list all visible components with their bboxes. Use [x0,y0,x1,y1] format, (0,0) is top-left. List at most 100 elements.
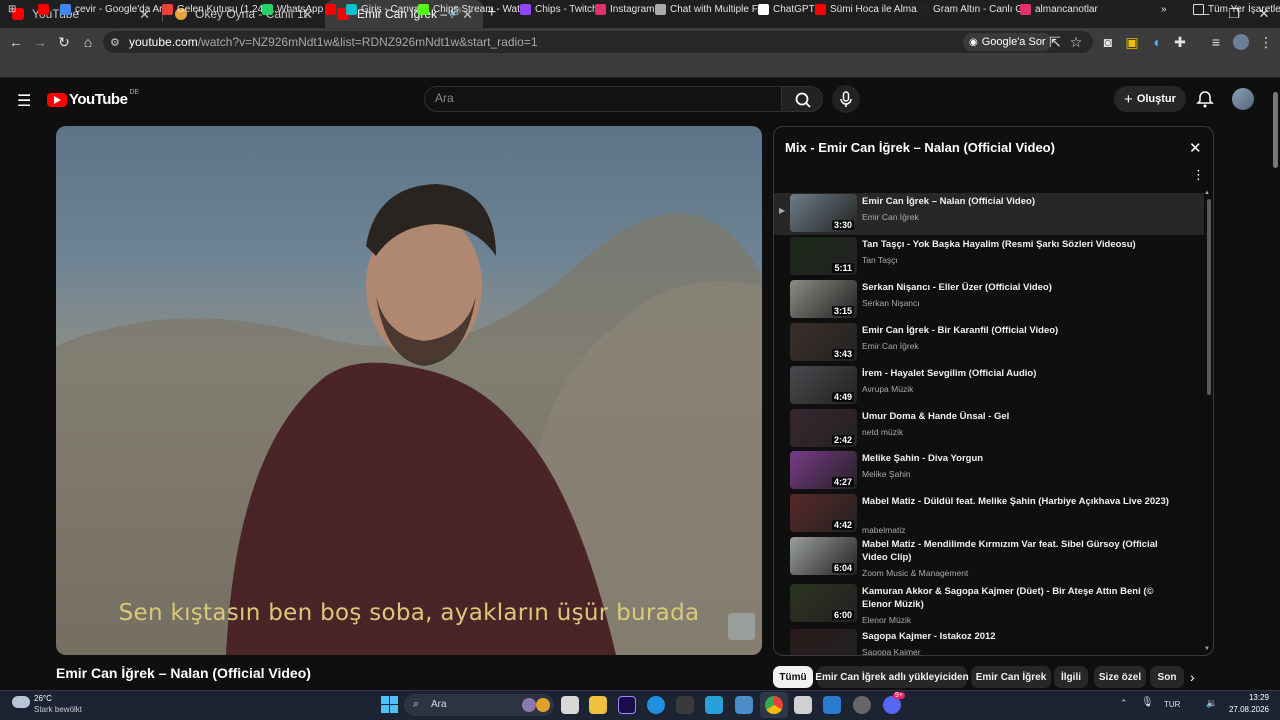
playlist-scrollbar[interactable] [1207,199,1211,395]
reading-list-icon[interactable]: ≡ [1208,34,1224,50]
video-thumbnail[interactable]: 4:42 [790,494,857,532]
bookmark-item[interactable]: Chips - Twitch [520,4,598,15]
channel-watermark[interactable] [728,613,755,640]
windows-start-icon[interactable] [381,696,399,719]
create-button[interactable]: + Oluştur [1114,86,1186,112]
playlist-item[interactable]: 4:49 İrem - Hayalet Sevgilim (Official Au… [774,365,1204,407]
video-thumbnail[interactable]: 4:49 [790,366,857,404]
filter-chip[interactable]: Emir Can İğrek adlı yükleyiciden [815,666,969,688]
install-app-icon[interactable]: ⇱ [1047,34,1063,50]
close-playlist-icon[interactable]: ✕ [1189,139,1202,157]
more-bookmarks-icon[interactable]: » [1161,4,1167,15]
forward-arrow-icon[interactable]: → [32,34,48,50]
back-arrow-icon[interactable]: ← [8,34,24,50]
search-button[interactable] [781,86,823,112]
volume-icon[interactable]: 🔉 [1206,698,1217,709]
filter-chip[interactable]: Emir Can İğrek [971,666,1051,688]
calculator-app-icon[interactable] [705,696,723,714]
file-explorer-icon[interactable] [589,696,607,714]
vscode-icon[interactable] [823,696,841,714]
playlist-item[interactable]: ▶ 3:30 Emir Can İğrek – Nalan (Official Vi… [774,193,1204,235]
notepad-icon[interactable] [794,696,812,714]
video-thumbnail[interactable]: 3:30 [790,194,857,232]
playlist-more-options-icon[interactable]: ⋮ [1192,167,1205,183]
camera-extension-icon[interactable]: ◙ [1100,34,1116,50]
chrome-browser-icon[interactable] [765,696,783,714]
input-language[interactable]: TUR [1164,700,1180,709]
video-thumbnail[interactable]: 2:42 [790,409,857,447]
site-info-icon[interactable]: ⚙ [110,36,120,49]
user-avatar[interactable] [1232,88,1254,110]
premiere-pro-icon[interactable] [618,696,636,714]
video-thumbnail[interactable]: 4:27 [790,451,857,489]
search-input[interactable] [435,91,765,105]
playlist-item[interactable]: 5:11 Tan Taşçı - Yok Başka Hayalim (Resmi… [774,236,1204,278]
playlist-item[interactable]: 6:04 Mabel Matiz - Mendilimde Kırmızım Va… [774,536,1204,582]
home-icon[interactable]: ⌂ [80,34,96,50]
edge-browser-icon[interactable] [647,696,665,714]
playlist-item[interactable]: 4:27 Melike Şahin - Diva Yorgun Melike Şah… [774,450,1204,492]
hamburger-menu-icon[interactable]: ☰ [17,91,31,111]
page-scrollbar[interactable] [1271,80,1280,690]
chips-next-arrow-icon[interactable]: › [1190,669,1195,685]
settings-gear-icon[interactable] [853,696,871,714]
photos-app-icon[interactable] [735,696,753,714]
video-thumbnail[interactable]: 3:43 [790,323,857,361]
filter-chip[interactable]: Tümü [773,666,813,688]
page-scrollbar-thumb[interactable] [1273,92,1278,168]
google-sor-button[interactable]: ◉ Google'a Sor [963,33,1052,51]
playlist-item[interactable]: 6:00 Kamuran Akkor & Sagopa Kajmer (Düet)… [774,583,1204,629]
extensions-puzzle-icon[interactable]: ✚ [1172,34,1188,50]
profile-avatar[interactable] [1233,34,1249,50]
bookmark-item[interactable]: Gelen Kutusu (1.244... [162,4,277,15]
notifications-bell-icon[interactable] [1196,90,1214,113]
filter-chip[interactable]: Size özel [1094,666,1146,688]
bookmark-item[interactable]: Chat with Multiple F... [655,4,765,15]
scroll-down-icon[interactable]: ▼ [1204,646,1210,652]
playlist-item[interactable]: 3:43 Emir Can İğrek - Bir Karanfil (Offic… [774,322,1204,364]
bookmark-item[interactable]: Instagram [595,4,654,15]
playlist-item[interactable]: 3:15 Serkan Nişancı - Eller Üzer (Officia… [774,279,1204,321]
bookmark-item[interactable]: çevir - Google'da Ara [60,4,168,15]
video-thumbnail[interactable]: 5:24 [790,629,857,655]
clock-time[interactable]: 13:29 [1225,693,1269,702]
cloud-weather-icon[interactable] [12,696,30,708]
filter-chip[interactable]: Son [1150,666,1184,688]
store-icon[interactable] [676,696,694,714]
playlist-item[interactable]: 4:42 Mabel Matiz - Düldül feat. Melike Şa… [774,493,1204,539]
playlist-item[interactable]: 5:24 Sagopa Kajmer - Istakoz 2012 Sagopa K… [774,628,1204,655]
video-player[interactable]: Sen kıştasın ben boş soba, ayakların üşü… [56,126,762,655]
video-thumbnail[interactable]: 3:15 [790,280,857,318]
bookmark-item[interactable] [38,4,53,15]
video-thumbnail[interactable]: 6:00 [790,584,857,622]
bookmark-star-icon[interactable]: ☆ [1068,34,1084,50]
taskbar-search[interactable]: ⌕ Ara [404,694,554,716]
filter-chip[interactable]: İlgili [1054,666,1088,688]
apps-grid-icon[interactable]: ⊞ [8,4,16,15]
video-thumbnail[interactable]: 6:04 [790,537,857,575]
weather-temperature[interactable]: 26°C [34,694,52,703]
playlist-item[interactable]: 2:42 Umur Doma & Hande Ünsal - Gel netd mü… [774,408,1204,450]
bookmark-item[interactable]: Gram Altın - Canlı G... [918,4,1031,15]
bookmark-item[interactable]: WhatsApp [262,4,323,15]
reload-icon[interactable]: ↻ [56,34,72,50]
translate-extension-icon[interactable]: ◖ [1148,34,1164,50]
url-text[interactable]: youtube.com/watch?v=NZ926mNdt1w&list=RDN… [129,35,538,49]
wallet-extension-icon[interactable]: ▣ [1124,34,1140,50]
all-bookmarks-folder[interactable]: Tüm Yer İşaretleri [1193,4,1280,15]
browser-menu-icon[interactable]: ⋮ [1258,34,1274,50]
bookmark-item[interactable]: Giriş - Canva [346,4,419,15]
video-thumbnail[interactable]: 5:11 [790,237,857,275]
youtube-logo[interactable]: YouTube DE [47,89,139,108]
bookmark-item[interactable]: almancanotlar [1020,4,1098,15]
tray-overflow-icon[interactable]: ⌃ [1120,698,1128,709]
weather-description[interactable]: Stark bewölkt [34,705,82,714]
voice-search-button[interactable] [832,85,860,113]
bookmark-item[interactable] [325,4,340,15]
bookmark-item[interactable]: Sümi Hoca ile Alma... [815,4,925,15]
tray-microphone-icon[interactable]: 🎙 [1141,697,1154,708]
bookmark-item[interactable]: ChatGPT [758,4,815,15]
task-view-icon[interactable] [561,696,579,714]
bookmark-item[interactable]: Chips Stream - Wat... [418,4,528,15]
scroll-up-icon[interactable]: ▲ [1204,190,1210,196]
